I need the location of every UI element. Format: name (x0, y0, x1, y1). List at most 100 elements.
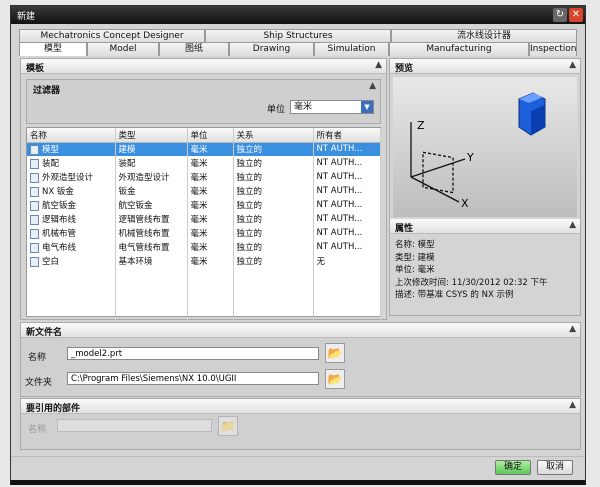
column-header[interactable]: 所有者 (313, 128, 381, 143)
cell-text: 毫米 (190, 159, 208, 169)
folder-input[interactable] (67, 372, 319, 385)
property-line: 名称: 模型 (395, 240, 435, 250)
table-row[interactable]: 装配 装配 毫米 独立的 NT AUTH... (27, 156, 381, 170)
table-cell: 毫米 (187, 142, 234, 156)
table-cell: 基本环境 (115, 254, 188, 268)
cell-text: 独立的 (236, 145, 263, 156)
table-cell: 外观造型设计 (27, 170, 116, 184)
filter-header[interactable]: 过滤器 ▲ (27, 80, 380, 99)
cell-text: 独立的 (236, 257, 263, 267)
collapse-icon[interactable]: ▲ (569, 220, 576, 230)
cell-text: NX 钣金 (42, 187, 74, 197)
csys-preview-icon: Z Y X (410, 92, 546, 210)
tab-row2-1[interactable]: Model (87, 42, 159, 56)
template-icon (30, 242, 39, 253)
table-cell: NT AUTH... (313, 184, 381, 198)
table-cell: 毫米 (187, 240, 234, 254)
empty-cell (233, 268, 314, 282)
tab-row1-0[interactable]: Mechatronics Concept Designer (19, 29, 205, 43)
empty-cell (27, 282, 116, 296)
table-cell: 独立的 (233, 240, 314, 254)
preview-header[interactable]: 预览 ▲ (390, 59, 580, 74)
table-row[interactable]: 逻辑布线 逻辑管线布置 毫米 独立的 NT AUTH... (27, 212, 381, 226)
cell-text: NT AUTH... (316, 242, 363, 252)
tab-row1-1[interactable]: Ship Structures (205, 29, 391, 43)
empty-cell (115, 296, 188, 310)
table-cell: NT AUTH... (313, 212, 381, 226)
table-row[interactable]: 电气布线 电气管线布置 毫米 独立的 NT AUTH... (27, 240, 381, 254)
cell-text: 航空钣金 (118, 201, 153, 211)
new-dialog: 新建 ↻ ✕ 模板 ▲ 过滤器 ▲ 单位 毫米 ▼ 名称 类型 单位 关系 所有者 模型 建模 毫米… (10, 5, 586, 485)
name-label: 名称 (28, 353, 47, 363)
table-cell: 独立的 (233, 184, 314, 198)
collapse-icon[interactable]: ▲ (569, 60, 576, 70)
browse-folder-icon[interactable]: 📂 (325, 369, 345, 389)
collapse-icon[interactable]: ▲ (569, 400, 576, 410)
table-cell: 毫米 (187, 184, 234, 198)
cell-text: NT AUTH... (316, 186, 363, 196)
chevron-down-icon[interactable]: ▼ (361, 101, 373, 113)
filename-input[interactable] (67, 347, 319, 360)
templates-header[interactable]: 模板 ▲ (21, 59, 386, 74)
properties-header[interactable]: 属性 ▲ (390, 219, 580, 234)
tab-row2-4[interactable]: Simulation (314, 42, 389, 56)
ref-name-label: 名称 (28, 425, 47, 435)
collapse-icon[interactable]: ▲ (369, 81, 376, 91)
referenced-parts-section: 要引用的部件 ▲ 名称 📁 (20, 398, 581, 450)
reset-icon[interactable]: ↻ (553, 8, 567, 22)
browse-folder-icon[interactable]: 📂 (325, 343, 345, 363)
cell-text: 建模 (118, 145, 136, 156)
new-filename-header-label: 新文件名 (26, 328, 63, 338)
cell-text: 毫米 (190, 215, 208, 225)
ok-button[interactable]: 确定 (495, 460, 531, 475)
table-cell: 机械布管 (27, 226, 116, 240)
collapse-icon[interactable]: ▲ (375, 60, 382, 70)
table-row[interactable]: 外观造型设计 外观造型设计 毫米 独立的 NT AUTH... (27, 170, 381, 184)
tab-row1-2[interactable]: 流水线设计器 (391, 29, 577, 43)
empty-cell (233, 282, 314, 296)
cell-text: 独立的 (236, 243, 263, 253)
empty-cell (187, 268, 234, 282)
tab-row2-0[interactable]: 模型 (19, 42, 87, 56)
table-row[interactable]: 航空钣金 航空钣金 毫米 独立的 NT AUTH... (27, 198, 381, 212)
table-cell: 毫米 (187, 212, 234, 226)
column-header[interactable]: 关系 (233, 128, 314, 143)
tab-row2-6[interactable]: Inspection (529, 42, 577, 56)
new-filename-header[interactable]: 新文件名 ▲ (21, 323, 580, 338)
preview-panel: 预览 ▲ Z Y X 属性 ▲ 名称: 模型 类型: 建模 单位: 毫米 上次修改时间: … (389, 58, 581, 316)
empty-cell (313, 268, 381, 282)
empty-cell (187, 296, 234, 310)
cancel-button[interactable]: 取消 (537, 460, 573, 475)
properties-header-label: 属性 (395, 224, 414, 234)
cell-text: 电气布线 (42, 243, 77, 253)
table-cell: 外观造型设计 (115, 170, 188, 184)
collapse-icon[interactable]: ▲ (569, 324, 576, 334)
cell-text: NT AUTH... (316, 228, 363, 238)
table-cell: 钣金 (115, 184, 188, 198)
column-header[interactable]: 类型 (115, 128, 188, 143)
empty-row (27, 268, 381, 282)
table-cell: 独立的 (233, 212, 314, 226)
column-header[interactable]: 名称 (27, 128, 116, 143)
template-icon (30, 186, 39, 197)
cell-text: 毫米 (190, 257, 208, 267)
unit-select[interactable]: 毫米 ▼ (290, 100, 374, 114)
table-row[interactable]: 模型 建模 毫米 独立的 NT AUTH... (27, 142, 381, 156)
column-header[interactable]: 单位 (187, 128, 234, 143)
table-cell: NT AUTH... (313, 226, 381, 240)
close-icon[interactable]: ✕ (569, 8, 583, 22)
title-bar: 新建 ↻ ✕ (11, 6, 585, 24)
referenced-parts-header[interactable]: 要引用的部件 ▲ (21, 399, 580, 414)
cell-text: NT AUTH... (316, 158, 363, 168)
table-row[interactable]: 机械布管 机械管线布置 毫米 独立的 NT AUTH... (27, 226, 381, 240)
table-cell: 毫米 (187, 226, 234, 240)
table-row[interactable]: 空白 基本环境 毫米 独立的 无 (27, 254, 381, 268)
table-cell: NT AUTH... (313, 198, 381, 212)
tab-row2-2[interactable]: 图纸 (159, 42, 229, 56)
cell-text: 机械布管 (42, 229, 77, 239)
tab-row2-3[interactable]: Drawing (229, 42, 314, 56)
unit-value: 毫米 (294, 102, 313, 112)
tab-row2-5[interactable]: Manufacturing (389, 42, 529, 56)
table-row[interactable]: NX 钣金 钣金 毫米 独立的 NT AUTH... (27, 184, 381, 198)
template-icon (30, 172, 39, 183)
